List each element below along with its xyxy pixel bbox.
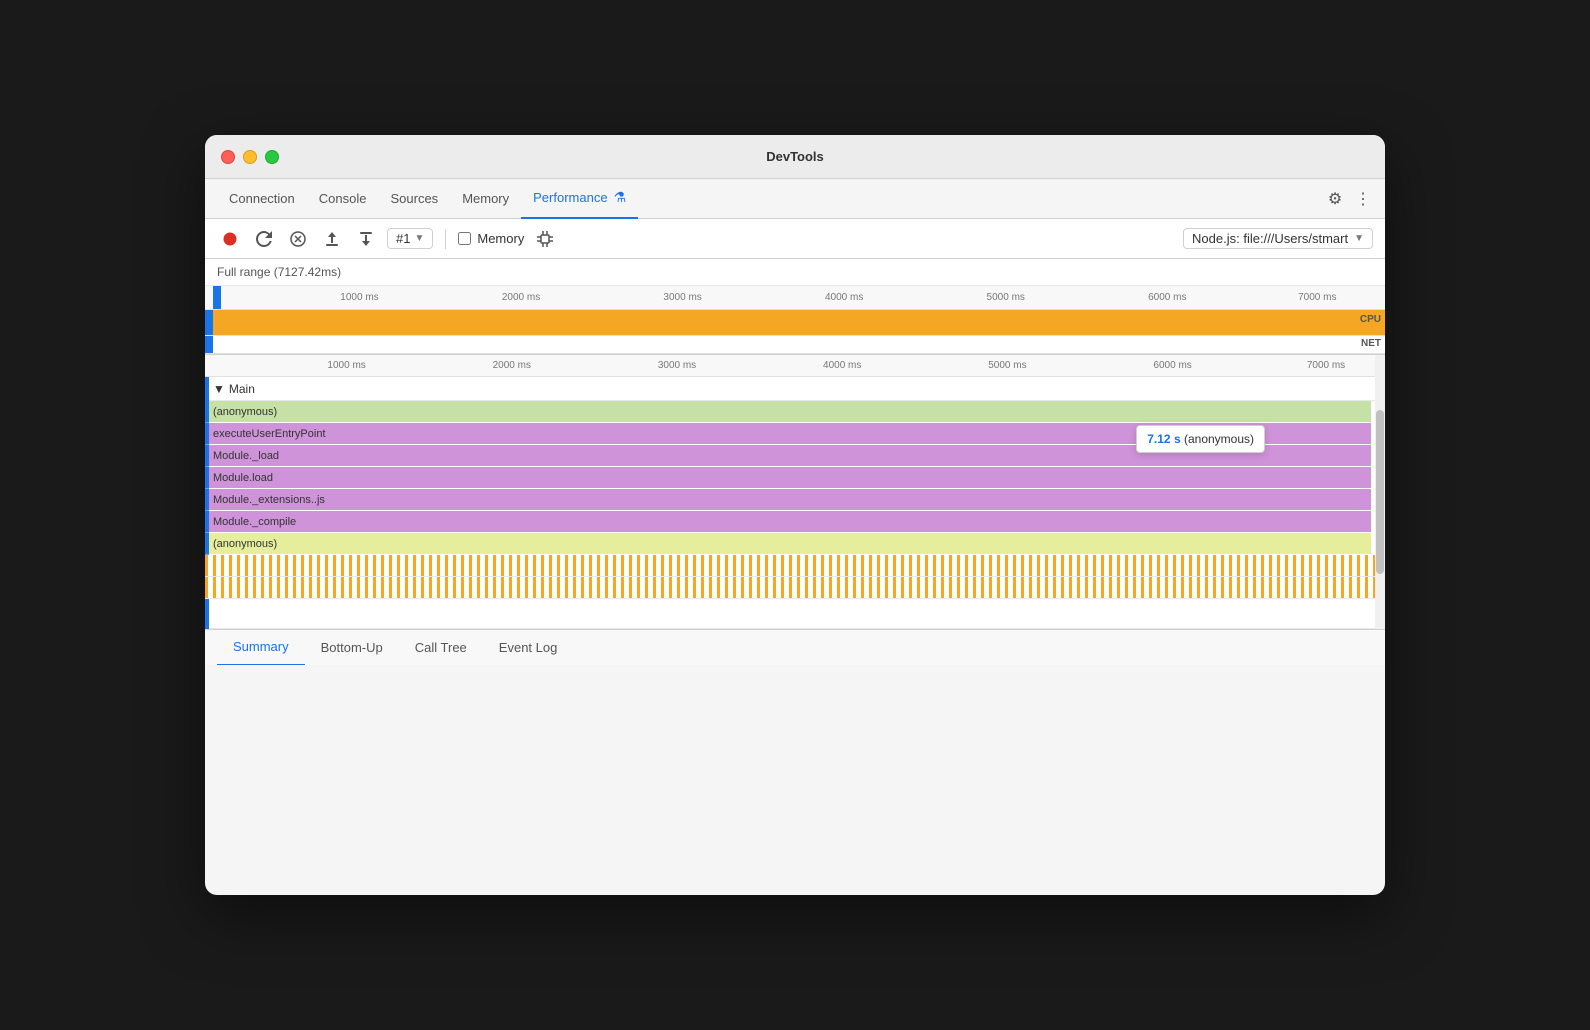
reload-icon — [256, 231, 272, 247]
action-bar: #1 ▼ Memory Node.js: file:///Users/stmar… — [205, 219, 1385, 259]
flame-tick-1000: 1000 ms — [327, 360, 365, 371]
titlebar: DevTools — [205, 135, 1385, 179]
tab-bottom-up[interactable]: Bottom-Up — [305, 630, 399, 666]
traffic-lights — [221, 150, 279, 164]
flame-ruler: 1000 ms 2000 ms 3000 ms 4000 ms 5000 ms … — [205, 355, 1385, 377]
tab-summary[interactable]: Summary — [217, 630, 305, 666]
main-section-label: ▼ Main — [205, 377, 1385, 401]
tick-5000: 5000 ms — [987, 292, 1025, 303]
cancel-icon — [290, 231, 306, 247]
range-label: Full range (7127.42ms) — [205, 259, 1385, 286]
reload-button[interactable] — [251, 226, 277, 252]
download-icon — [358, 231, 374, 247]
flame-tick-4000: 4000 ms — [823, 360, 861, 371]
chip-icon — [537, 231, 553, 247]
fullscreen-button[interactable] — [265, 150, 279, 164]
tick-6000: 6000 ms — [1148, 292, 1186, 303]
memory-label: Memory — [477, 231, 524, 246]
node-dropdown-arrow-icon: ▼ — [1354, 233, 1364, 244]
module-load2-bar: Module.load — [209, 467, 1371, 488]
minimize-button[interactable] — [243, 150, 257, 164]
close-button[interactable] — [221, 150, 235, 164]
yellow-pattern-2 — [205, 577, 1385, 598]
tick-7000: 7000 ms — [1298, 292, 1336, 303]
tick-1000: 1000 ms — [340, 292, 378, 303]
tick-4000: 4000 ms — [825, 292, 863, 303]
yellow-bars-row-1 — [205, 555, 1385, 577]
clear-button[interactable] — [285, 226, 311, 252]
tab-console[interactable]: Console — [307, 179, 379, 219]
devtools-window: DevTools Connection Console Sources Memo… — [205, 135, 1385, 895]
flame-tick-7000: 7000 ms — [1307, 360, 1345, 371]
anonymous1-bar: (anonymous) — [209, 401, 1371, 422]
flame-row-anonymous2[interactable]: (anonymous) — [205, 533, 1385, 555]
tab-sources[interactable]: Sources — [378, 179, 450, 219]
main-content: Full range (7127.42ms) 1000 ms 2000 ms 3… — [205, 259, 1385, 665]
chevron-down-icon: ▼ — [213, 382, 225, 396]
dropdown-arrow-icon: ▼ — [414, 233, 424, 244]
net-bar: NET — [205, 336, 1385, 354]
flame-row-module-load2[interactable]: Module.load — [205, 467, 1385, 489]
cpu-label: CPU — [1360, 314, 1381, 325]
flame-tick-5000: 5000 ms — [988, 360, 1026, 371]
tooltip-time: 7.12 s — [1147, 432, 1180, 446]
cpu-bar: CPU — [205, 310, 1385, 336]
tab-bar: Connection Console Sources Memory Perfor… — [205, 179, 1385, 219]
memory-tool-icon[interactable] — [532, 226, 558, 252]
tab-performance[interactable]: Performance ⚗ — [521, 179, 638, 219]
timeline-ruler: 1000 ms 2000 ms 3000 ms 4000 ms 5000 ms … — [221, 286, 1375, 310]
profile-selector[interactable]: #1 ▼ — [387, 228, 433, 249]
tab-memory[interactable]: Memory — [450, 179, 521, 219]
flame-area: 1000 ms 2000 ms 3000 ms 4000 ms 5000 ms … — [205, 355, 1385, 629]
tab-call-tree[interactable]: Call Tree — [399, 630, 483, 666]
net-label: NET — [1361, 338, 1381, 349]
flame-row-anonymous1[interactable]: (anonymous) — [205, 401, 1385, 423]
flame-tick-6000: 6000 ms — [1153, 360, 1191, 371]
tab-connection[interactable]: Connection — [217, 179, 307, 219]
scrollbar-track[interactable] — [1375, 355, 1385, 629]
scrollbar-thumb[interactable] — [1376, 410, 1384, 574]
upload-button[interactable] — [319, 226, 345, 252]
profile-label: #1 — [396, 231, 410, 246]
node-label: Node.js: file:///Users/stmart — [1192, 231, 1348, 246]
upload-icon — [324, 231, 340, 247]
more-icon[interactable]: ⋮ — [1353, 189, 1373, 209]
window-title: DevTools — [766, 149, 824, 164]
toolbar-actions: ⚙ ⋮ — [1325, 189, 1373, 209]
node-selector[interactable]: Node.js: file:///Users/stmart ▼ — [1183, 228, 1373, 249]
flame-tooltip: 7.12 s (anonymous) — [1136, 425, 1265, 453]
yellow-bars-row-2 — [205, 577, 1385, 599]
yellow-pattern-1 — [205, 555, 1385, 576]
tooltip-func: (anonymous) — [1184, 432, 1254, 446]
flask-icon: ⚗ — [614, 189, 627, 206]
tab-event-log[interactable]: Event Log — [483, 630, 574, 666]
anonymous2-bar: (anonymous) — [209, 533, 1371, 554]
separator-1 — [445, 229, 446, 249]
download-button[interactable] — [353, 226, 379, 252]
settings-icon[interactable]: ⚙ — [1325, 189, 1345, 209]
flame-row-module-extensions[interactable]: Module._extensions..js — [205, 489, 1385, 511]
flame-tick-2000: 2000 ms — [493, 360, 531, 371]
main-label-text: Main — [229, 382, 255, 396]
timeline-ruler-header: 1000 ms 2000 ms 3000 ms 4000 ms 5000 ms … — [205, 286, 1385, 310]
flame-row-module-compile[interactable]: Module._compile — [205, 511, 1385, 533]
memory-toggle[interactable]: Memory — [458, 231, 524, 246]
flame-tick-3000: 3000 ms — [658, 360, 696, 371]
tick-2000: 2000 ms — [502, 292, 540, 303]
record-icon — [222, 231, 238, 247]
module-compile-bar: Module._compile — [209, 511, 1371, 532]
empty-row — [205, 599, 1385, 629]
tick-3000: 3000 ms — [663, 292, 701, 303]
memory-checkbox-input[interactable] — [458, 232, 471, 245]
bottom-tabs: Summary Bottom-Up Call Tree Event Log — [205, 629, 1385, 665]
record-button[interactable] — [217, 226, 243, 252]
module-extensions-bar: Module._extensions..js — [209, 489, 1371, 510]
flame-row-executeUserEntryPoint[interactable]: executeUserEntryPoint 7.12 s (anonymous) — [205, 423, 1385, 445]
